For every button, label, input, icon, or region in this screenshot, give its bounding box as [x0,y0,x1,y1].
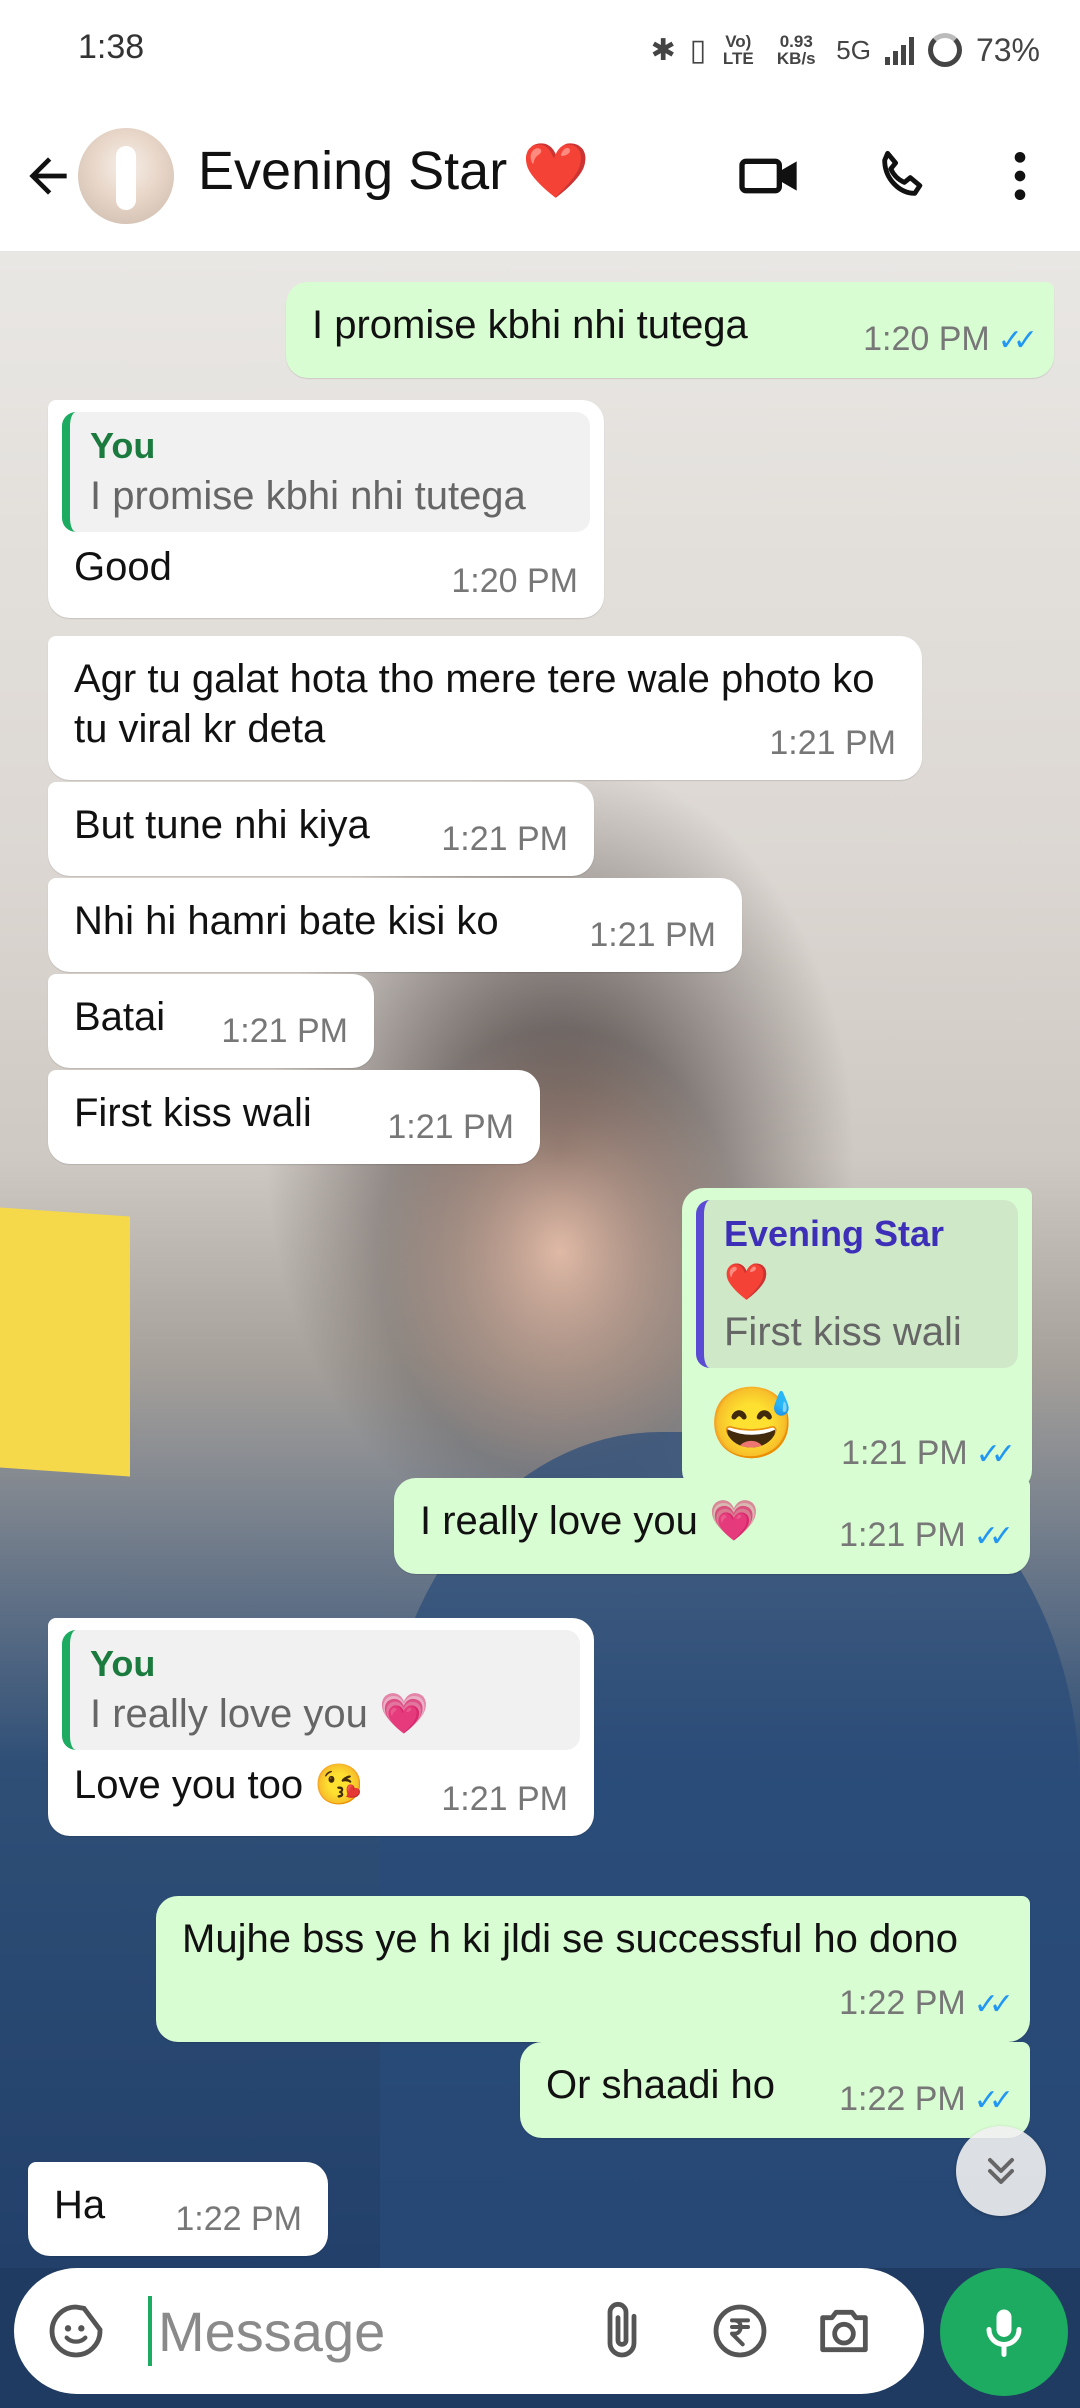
message-time: 1:21 PM [387,1108,514,1146]
message-time: 1:22 PM [175,2200,302,2238]
quoted-author: You [90,1643,156,1684]
read-ticks-icon: ✓✓ [973,2084,1014,2117]
battery-ring-icon [927,33,962,67]
chat-area[interactable]: I promise kbhi nhi tutega 1:20 PM ✓✓ You … [0,252,1080,2268]
message-text: Batai [74,995,166,1039]
message-time: 1:22 PM [839,2080,966,2118]
message-meta: 1:21 PM [441,1774,568,1824]
contact-name[interactable]: Evening Star ❤️ [198,140,589,203]
message-bubble-incoming[interactable]: First kiss wali 1:21 PM [48,1070,540,1164]
read-ticks-icon: ✓✓ [973,1988,1014,2021]
message-bubble-outgoing[interactable]: Or shaadi ho 1:22 PM ✓✓ [520,2042,1030,2138]
message-meta: 1:20 PM ✓✓ [863,314,1038,366]
net-speed: 0.93 KB/s [776,32,816,68]
message-meta: 1:22 PM [175,2194,302,2244]
message-meta: 1:20 PM [451,556,578,606]
attach-paperclip-icon[interactable] [590,2299,654,2363]
more-options-icon[interactable] [988,144,1052,208]
message-bubble-incoming[interactable]: Batai 1:21 PM [48,974,374,1068]
contact-avatar[interactable] [78,128,174,224]
back-arrow-icon[interactable] [20,148,76,204]
message-bubble-incoming[interactable]: But tune nhi kiya 1:21 PM [48,782,594,876]
message-meta: 1:22 PM ✓✓ [839,2074,1014,2126]
status-icons: ✱ ▯ Vo) LTE 0.93 KB/s 5G 73% [651,22,1040,78]
message-meta: 1:21 PM ✓✓ [841,1428,1016,1480]
signal-icon [884,35,914,65]
message-text: Agr tu galat hota tho mere tere wale pho… [74,657,875,751]
message-bubble-incoming[interactable]: Agr tu galat hota tho mere tere wale pho… [48,636,922,780]
message-text: Mujhe bss ye h ki jldi se successful ho … [182,1917,958,1961]
message-text: I promise kbhi nhi tutega [312,303,748,347]
bluetooth-icon: ✱ [650,33,676,67]
scroll-to-bottom-button[interactable] [956,2126,1046,2216]
quoted-author: Evening Star ❤️ [724,1213,945,1302]
message-text: I really love you 💗 [420,1499,759,1543]
camera-icon[interactable] [812,2299,876,2363]
message-time: 1:21 PM [441,820,568,858]
read-ticks-icon: ✓✓ [973,1520,1014,1553]
voice-message-button[interactable] [940,2268,1068,2396]
video-call-icon[interactable] [738,144,802,208]
chat-header: Evening Star ❤️ [0,100,1080,252]
message-meta: 1:21 PM [441,814,568,864]
wallpaper-poster [0,1207,130,1477]
message-bubble-incoming[interactable]: You I really love you 💗 Love you too 😘 1… [48,1618,594,1836]
message-emoji: 😅 [708,1384,796,1462]
message-time: 1:20 PM [863,320,990,358]
microphone-icon [986,2309,1022,2357]
message-meta: 1:21 PM [769,718,896,768]
message-text: Nhi hi hamri bate kisi ko [74,899,499,943]
message-meta: 1:21 PM [221,1006,348,1056]
message-text: But tune nhi kiya [74,803,370,847]
quoted-reply[interactable]: Evening Star ❤️ First kiss wali [696,1200,1018,1368]
message-input[interactable] [148,2296,578,2366]
heart-emoji: ❤️ [522,141,590,201]
message-text: Love you too 😘 [74,1763,364,1807]
message-text: Ha [54,2183,106,2227]
message-text: Or shaadi ho [546,2063,776,2107]
quoted-reply[interactable]: You I promise kbhi nhi tutega [62,412,590,532]
quoted-text: I promise kbhi nhi tutega [90,474,526,518]
message-time: 1:21 PM [841,1434,968,1472]
quoted-text: I really love you 💗 [90,1692,429,1736]
double-chevron-down-icon [987,2157,1015,2185]
battery-level: 73% [975,31,1040,68]
voice-call-icon[interactable] [870,144,934,208]
message-text: Good [74,545,172,589]
read-ticks-icon: ✓✓ [975,1438,1016,1471]
message-bubble-incoming[interactable]: Ha 1:22 PM [28,2162,328,2256]
message-bubble-incoming[interactable]: You I promise kbhi nhi tutega Good 1:20 … [48,400,604,618]
status-bar: 1:38 ✱ ▯ Vo) LTE 0.93 KB/s 5G 73% [0,0,1080,100]
quoted-reply[interactable]: You I really love you 💗 [62,1630,580,1750]
message-time: 1:21 PM [441,1780,568,1818]
message-time: 1:22 PM [839,1984,966,2022]
message-text: First kiss wali [74,1091,312,1135]
vibrate-icon: ▯ [689,33,707,67]
message-time: 1:20 PM [451,562,578,600]
contact-name-text: Evening Star [198,141,508,201]
status-time: 1:38 [78,28,145,66]
message-meta: 1:21 PM ✓✓ [839,1510,1014,1562]
quoted-author: You [90,425,156,466]
lte-indicator: Vo) LTE [722,32,754,68]
quoted-text: First kiss wali [724,1310,962,1354]
message-time: 1:21 PM [769,724,896,762]
message-meta: 1:22 PM ✓✓ [839,1978,1014,2030]
message-meta: 1:21 PM [387,1102,514,1152]
message-bubble-incoming[interactable]: Nhi hi hamri bate kisi ko 1:21 PM [48,878,742,972]
message-bubble-outgoing[interactable]: I promise kbhi nhi tutega 1:20 PM ✓✓ [286,282,1054,378]
message-bubble-outgoing[interactable]: I really love you 💗 1:21 PM ✓✓ [394,1478,1030,1574]
read-ticks-icon: ✓✓ [997,324,1038,357]
sticker-emoji-icon[interactable] [44,2299,108,2363]
message-time: 1:21 PM [839,1516,966,1554]
network-type: 5G [836,34,871,65]
message-bubble-outgoing[interactable]: Mujhe bss ye h ki jldi se successful ho … [156,1896,1030,2042]
message-time: 1:21 PM [221,1012,348,1050]
message-meta: 1:21 PM [589,910,716,960]
message-time: 1:21 PM [589,916,716,954]
rupee-payment-icon[interactable] [708,2299,772,2363]
message-bubble-outgoing[interactable]: Evening Star ❤️ First kiss wali 😅 1:21 P… [682,1188,1032,1492]
message-input-container[interactable] [14,2268,924,2394]
composer-bar [0,2268,1080,2408]
